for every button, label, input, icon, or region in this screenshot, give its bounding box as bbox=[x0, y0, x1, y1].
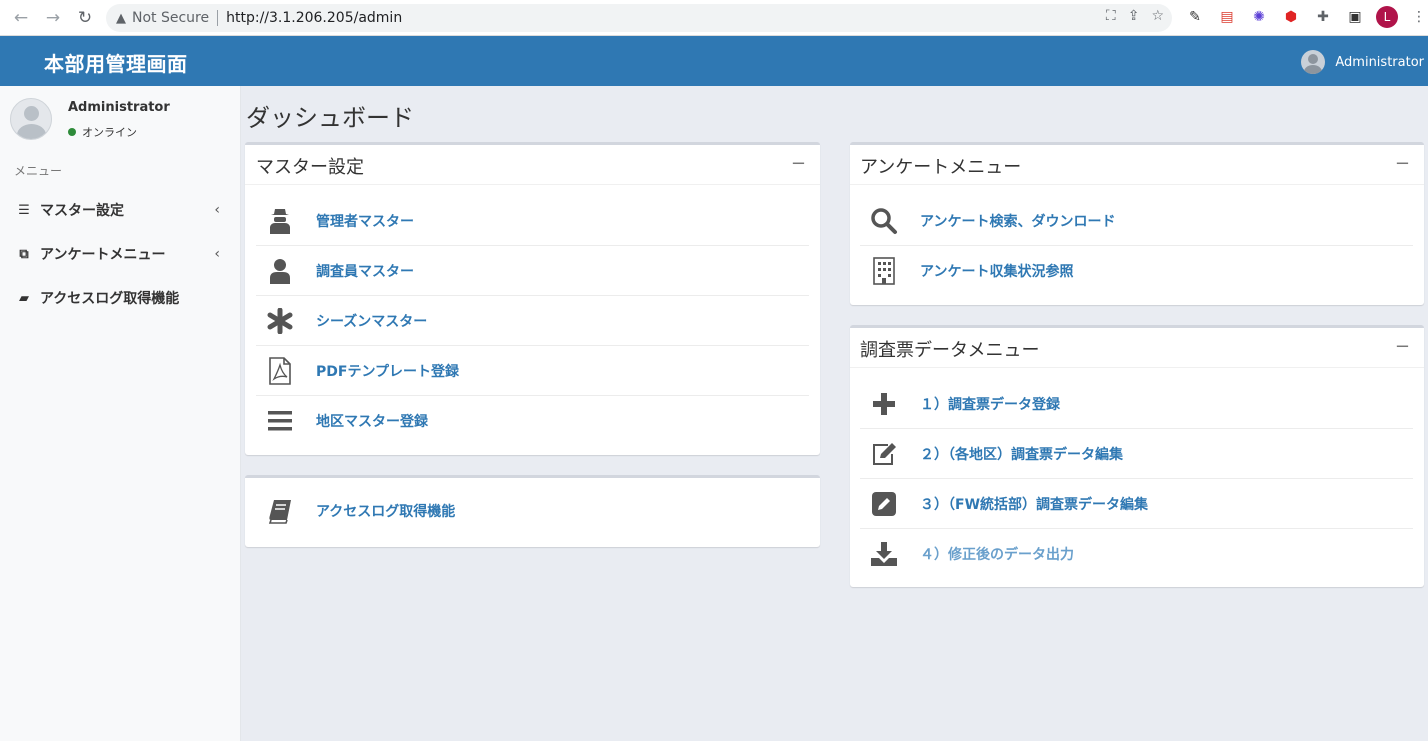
user-menu[interactable]: Administrator bbox=[1301, 50, 1424, 74]
url-text: http://3.1.206.205/admin bbox=[226, 10, 403, 26]
box-header: マスター設定 − bbox=[245, 145, 820, 185]
page-title: ダッシュボード bbox=[246, 104, 414, 132]
list-item[interactable]: １）調査票データ登録 bbox=[860, 379, 1413, 429]
brand-title[interactable]: 本部用管理画面 bbox=[44, 48, 188, 77]
user-icon bbox=[259, 255, 301, 287]
extensions-puzzle-icon[interactable]: ✚ bbox=[1312, 6, 1334, 28]
form-register-link[interactable]: １）調査票データ登録 bbox=[920, 394, 1060, 414]
bookmark-star-icon[interactable]: ☆ bbox=[1151, 8, 1164, 24]
list-item[interactable]: 管理者マスター bbox=[256, 196, 809, 246]
list-item[interactable]: ２）（各地区）調査票データ編集 bbox=[860, 429, 1413, 479]
asterisk-icon bbox=[259, 305, 301, 337]
admin-master-link[interactable]: 管理者マスター bbox=[316, 211, 414, 231]
reload-icon[interactable]: ↻ bbox=[70, 3, 100, 33]
address-bar[interactable]: ▲ Not Secure http://3.1.206.205/admin ⛶ … bbox=[106, 4, 1172, 32]
list-item[interactable]: アンケート収集状況参照 bbox=[860, 246, 1413, 296]
security-label: Not Secure bbox=[132, 10, 210, 26]
eyedropper-extension-icon[interactable]: ✎ bbox=[1184, 6, 1206, 28]
forward-icon[interactable]: → bbox=[38, 3, 68, 33]
sidebar-item-access-log[interactable]: ▰ アクセスログ取得機能 bbox=[0, 278, 240, 318]
sidebar-item-survey[interactable]: ⧉ アンケートメニュー ‹ bbox=[0, 234, 240, 274]
user-avatar-icon bbox=[1301, 50, 1326, 74]
list-item[interactable]: シーズンマスター bbox=[256, 296, 809, 346]
book-icon: ▰ bbox=[19, 290, 29, 306]
menu-header: メニュー bbox=[14, 164, 63, 178]
form-data-menu-box: 調査票データメニュー − １）調査票データ登録 ２）（各地区）調査票データ編集 … bbox=[850, 325, 1424, 587]
collapse-button[interactable]: − bbox=[1395, 336, 1410, 357]
list-item[interactable]: アンケート検索、ダウンロード bbox=[860, 196, 1413, 246]
pdf-template-link[interactable]: PDFテンプレート登録 bbox=[316, 361, 459, 381]
sidebar: Administrator オンライン メニュー ☰ マスター設定 ‹ ⧉ アン… bbox=[0, 86, 241, 741]
status-badge: オンライン bbox=[68, 124, 137, 140]
status-label: オンライン bbox=[82, 126, 137, 139]
box-title: 調査票データメニュー bbox=[860, 340, 1040, 361]
list-item[interactable]: PDFテンプレート登録 bbox=[256, 346, 809, 396]
chevron-left-icon: ‹ bbox=[214, 202, 220, 218]
form-edit-district-link[interactable]: ２）（各地区）調査票データ編集 bbox=[920, 444, 1123, 464]
edit-icon bbox=[863, 438, 905, 470]
plus-icon bbox=[863, 388, 905, 420]
list-item[interactable]: 調査員マスター bbox=[256, 246, 809, 296]
pencil-square-icon bbox=[863, 488, 905, 520]
divider bbox=[217, 10, 219, 26]
list-item[interactable]: ３）（FW統括部）調査票データ編集 bbox=[860, 479, 1413, 529]
survey-status-link[interactable]: アンケート収集状況参照 bbox=[920, 261, 1073, 281]
more-menu-icon[interactable]: ⋮ bbox=[1408, 6, 1428, 28]
sidebar-user-name: Administrator bbox=[68, 100, 170, 115]
share-icon[interactable]: ⇪ bbox=[1128, 8, 1140, 24]
translate-icon[interactable]: ⛶ bbox=[1106, 8, 1116, 24]
surveyor-master-link[interactable]: 調査員マスター bbox=[316, 261, 414, 281]
adblock-extension-icon[interactable]: ⬢ bbox=[1280, 6, 1302, 28]
master-settings-box: マスター設定 − 管理者マスター 調査員マスター シーズンマスター PDFテンプ… bbox=[245, 142, 820, 455]
survey-menu-box: アンケートメニュー − アンケート検索、ダウンロード アンケート収集状況参照 bbox=[850, 142, 1424, 305]
star-extension-icon[interactable]: ✺ bbox=[1248, 6, 1270, 28]
header-user-name: Administrator bbox=[1335, 54, 1424, 70]
app-header: 本部用管理画面 Administrator bbox=[0, 36, 1428, 86]
pdf-file-icon bbox=[259, 355, 301, 387]
building-icon bbox=[863, 255, 905, 287]
district-master-link[interactable]: 地区マスター登録 bbox=[316, 411, 428, 431]
todoist-extension-icon[interactable]: ▤ bbox=[1216, 6, 1238, 28]
list-item[interactable]: 地区マスター登録 bbox=[256, 396, 809, 446]
browser-toolbar: ← → ↻ ▲ Not Secure http://3.1.206.205/ad… bbox=[0, 0, 1428, 36]
sidepanel-icon[interactable]: ▣ bbox=[1344, 6, 1366, 28]
form-export-link[interactable]: ４）修正後のデータ出力 bbox=[920, 544, 1074, 564]
box-header: 調査票データメニュー − bbox=[850, 328, 1424, 368]
search-icon bbox=[863, 205, 905, 237]
season-master-link[interactable]: シーズンマスター bbox=[316, 311, 427, 331]
access-log-link[interactable]: アクセスログ取得機能 bbox=[316, 501, 455, 521]
back-icon[interactable]: ← bbox=[6, 3, 36, 33]
user-secret-icon bbox=[259, 205, 301, 237]
list-item[interactable]: ４）修正後のデータ出力 bbox=[860, 529, 1413, 579]
sidebar-item-label: アンケートメニュー bbox=[40, 247, 166, 263]
list-item[interactable]: アクセスログ取得機能 bbox=[256, 486, 809, 536]
sidebar-item-label: アクセスログ取得機能 bbox=[40, 291, 180, 307]
box-title: マスター設定 bbox=[256, 157, 364, 178]
collapse-button[interactable]: − bbox=[791, 153, 806, 174]
sidebar-item-master[interactable]: ☰ マスター設定 ‹ bbox=[0, 190, 240, 230]
copy-icon: ⧉ bbox=[19, 246, 29, 262]
survey-search-link[interactable]: アンケート検索、ダウンロード bbox=[920, 211, 1115, 231]
online-dot-icon bbox=[68, 128, 76, 136]
sidebar-item-label: マスター設定 bbox=[40, 203, 124, 219]
form-edit-fw-link[interactable]: ３）（FW統括部）調査票データ編集 bbox=[920, 494, 1148, 514]
collapse-button[interactable]: − bbox=[1395, 153, 1410, 174]
download-icon bbox=[863, 538, 905, 570]
book-icon bbox=[259, 495, 301, 527]
chevron-left-icon: ‹ bbox=[214, 246, 220, 262]
access-log-box: アクセスログ取得機能 bbox=[245, 475, 820, 547]
box-title: アンケートメニュー bbox=[860, 157, 1022, 178]
warning-icon: ▲ bbox=[116, 10, 126, 26]
avatar bbox=[10, 98, 52, 140]
profile-avatar[interactable]: L bbox=[1376, 6, 1398, 28]
bars-icon: ☰ bbox=[18, 202, 30, 218]
box-header: アンケートメニュー − bbox=[850, 145, 1424, 185]
bars-icon bbox=[259, 405, 301, 437]
sidebar-user-panel: Administrator オンライン bbox=[10, 98, 170, 140]
